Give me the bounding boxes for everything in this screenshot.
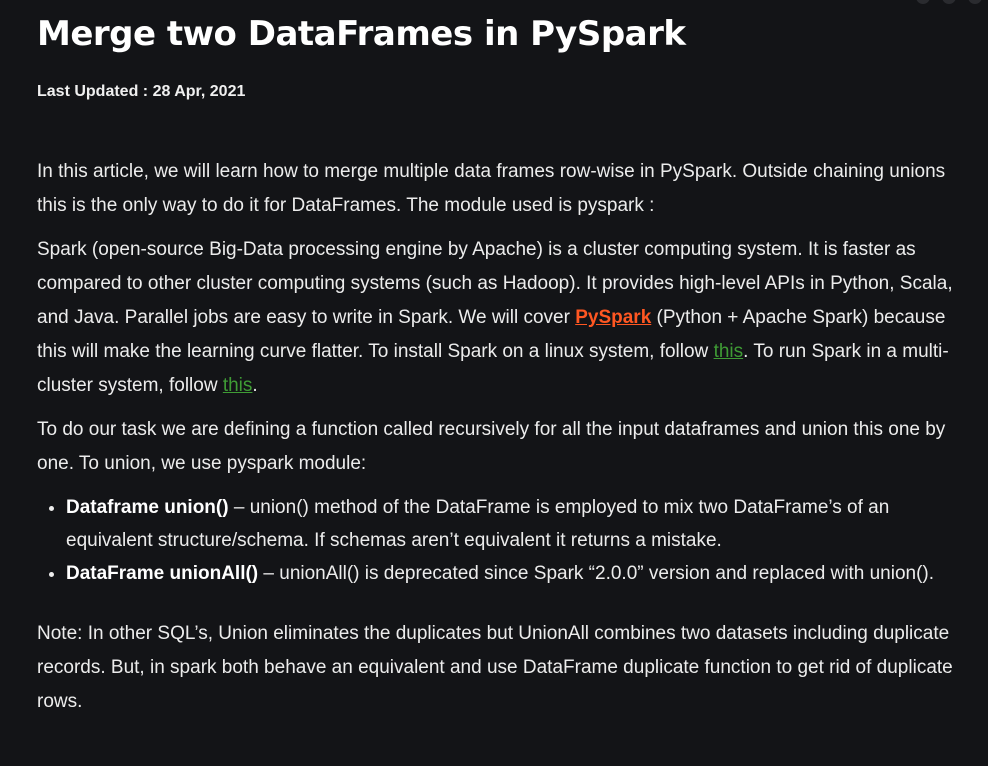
last-updated: Last Updated : 28 Apr, 2021	[37, 82, 957, 102]
install-spark-link[interactable]: this	[714, 341, 744, 362]
task-paragraph: To do our task we are defining a functio…	[37, 419, 946, 474]
article: Merge two DataFrames in PySpark Last Upd…	[37, 0, 957, 729]
note-paragraph: Note: In other SQL’s, Union eliminates t…	[37, 623, 953, 712]
pyspark-link[interactable]: PySpark	[575, 307, 651, 328]
list-item: DataFrame unionAll() – unionAll() is dep…	[66, 557, 957, 590]
last-updated-date: 28 Apr, 2021	[152, 83, 246, 100]
method-list: Dataframe union() – union() method of th…	[37, 491, 957, 590]
bullet-term-unionall: DataFrame unionAll()	[66, 563, 259, 584]
spark-text-4: .	[252, 375, 258, 396]
article-body: In this article, we will learn how to me…	[37, 155, 957, 719]
bullet-term-union: Dataframe union()	[66, 497, 229, 518]
last-updated-label: Last Updated :	[37, 83, 153, 100]
control-dot[interactable]	[968, 0, 982, 4]
multi-cluster-link[interactable]: this	[223, 375, 253, 396]
article-title: Merge two DataFrames in PySpark	[37, 14, 686, 54]
spark-paragraph: Spark (open-source Big-Data processing e…	[37, 233, 957, 403]
intro-paragraph: In this article, we will learn how to me…	[37, 161, 946, 216]
bullet-desc-unionall: – unionAll() is deprecated since Spark “…	[258, 563, 935, 584]
list-item: Dataframe union() – union() method of th…	[66, 491, 957, 557]
